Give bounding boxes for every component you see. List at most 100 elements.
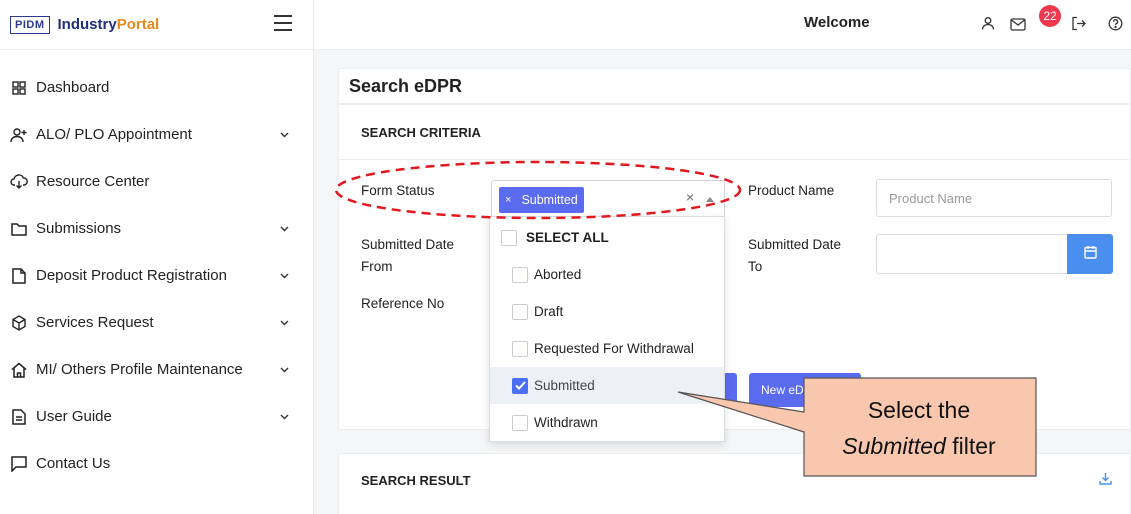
welcome-text: Welcome <box>804 14 870 31</box>
checkbox[interactable] <box>512 414 528 431</box>
form-status-label: Form Status <box>361 183 435 198</box>
clear-selection-icon[interactable]: × <box>686 189 694 205</box>
sidebar-nav: Dashboard ALO/ PLO Appointment Resource … <box>0 50 313 487</box>
option-label: Draft <box>534 304 564 319</box>
checkbox[interactable] <box>512 266 528 283</box>
download-icon[interactable] <box>1099 472 1112 490</box>
callout-line2: Submitted filter <box>804 428 1034 464</box>
search-result-title: SEARCH RESULT <box>361 473 471 488</box>
sidebar-item-mi-others-profile-maintenance[interactable]: MI/ Others Profile Maintenance <box>0 346 313 393</box>
sidebar-item-deposit-product-registration[interactable]: Deposit Product Registration <box>0 252 313 299</box>
sidebar-item-contact-us[interactable]: Contact Us <box>0 440 313 487</box>
option-label: Withdrawn <box>534 415 598 430</box>
submitted-date-to-label-line2: To <box>748 259 763 274</box>
page-header: Search eDPR <box>338 68 1131 104</box>
submitted-date-to-label-line1: Submitted Date <box>748 237 842 252</box>
brand-name-part1: Industry <box>57 16 117 33</box>
help-icon[interactable] <box>1106 14 1124 32</box>
sidebar-item-alo-plo-appointment[interactable]: ALO/ PLO Appointment <box>0 111 313 158</box>
sidebar-item-label: Submissions <box>36 220 122 237</box>
chevron-down-icon[interactable] <box>278 317 290 329</box>
search-criteria-title: SEARCH CRITERIA <box>361 125 481 140</box>
calendar-button[interactable] <box>1067 234 1113 274</box>
option-aborted[interactable]: Aborted <box>490 256 724 293</box>
chevron-down-icon[interactable] <box>278 411 290 423</box>
option-label: Requested For Withdrawal <box>534 341 694 356</box>
checkbox[interactable] <box>512 303 528 320</box>
file-text-icon <box>10 408 28 426</box>
checkbox[interactable] <box>512 340 528 357</box>
product-name-placeholder: Product Name <box>889 190 973 206</box>
sidebar-item-dashboard[interactable]: Dashboard <box>0 64 313 111</box>
cube-icon <box>10 314 28 332</box>
chip-remove-icon[interactable]: × <box>505 194 511 206</box>
checkbox-checked[interactable] <box>512 377 528 394</box>
sidebar-item-label: Contact Us <box>36 455 111 472</box>
chevron-down-icon[interactable] <box>278 364 290 376</box>
option-label: SELECT ALL <box>526 230 609 245</box>
form-status-dropdown: SELECT ALL Aborted Draft Requested For W… <box>489 216 725 442</box>
sidebar-item-resource-center[interactable]: Resource Center <box>0 158 313 205</box>
sidebar-item-label: MI/ Others Profile Maintenance <box>36 361 243 378</box>
app-root: PIDM IndustryPortal Dashboard ALO/ PLO A… <box>0 0 1131 514</box>
option-requested-for-withdrawal[interactable]: Requested For Withdrawal <box>490 330 724 367</box>
sidebar-item-services-request[interactable]: Services Request <box>0 299 313 346</box>
callout-line1: Select the <box>867 397 971 423</box>
brand-logo: PIDM <box>10 15 50 34</box>
brand-name-part2: Portal <box>116 16 160 33</box>
product-name-input[interactable]: Product Name <box>876 179 1112 217</box>
hamburger-menu-icon[interactable] <box>272 12 294 34</box>
message-icon <box>10 455 28 473</box>
divider <box>339 159 1131 160</box>
sidebar-item-submissions[interactable]: Submissions <box>0 205 313 252</box>
callout-line2-rest: filter <box>945 433 996 459</box>
caret-up-icon[interactable] <box>706 197 714 202</box>
sidebar: PIDM IndustryPortal Dashboard ALO/ PLO A… <box>0 0 314 514</box>
top-bar: Welcome 22 <box>314 0 1131 50</box>
option-select-all[interactable]: SELECT ALL <box>490 219 724 256</box>
submitted-date-from-label-line1: Submitted Date <box>361 237 455 252</box>
sidebar-item-user-guide[interactable]: User Guide <box>0 393 313 440</box>
search-criteria-card: SEARCH CRITERIA Form Status × Submitted … <box>338 104 1131 430</box>
user-icon[interactable] <box>979 14 997 32</box>
product-name-label: Product Name <box>748 183 835 198</box>
callout-line2-italic: Submitted <box>842 433 946 459</box>
sidebar-item-label: Services Request <box>36 314 154 331</box>
option-label: Submitted <box>534 378 595 393</box>
chevron-down-icon[interactable] <box>278 129 290 141</box>
submitted-date-to-label: Submitted Date To <box>748 234 841 278</box>
cloud-download-icon <box>10 173 28 191</box>
document-icon <box>10 267 28 285</box>
option-draft[interactable]: Draft <box>490 293 724 330</box>
chevron-down-icon[interactable] <box>278 223 290 235</box>
new-edpr-button-label: New eD <box>761 383 804 397</box>
user-plus-icon <box>10 126 28 144</box>
brand: PIDM IndustryPortal <box>0 0 313 50</box>
sidebar-item-label: Resource Center <box>36 173 150 190</box>
calendar-icon <box>1083 245 1097 264</box>
selected-chip-label: Submitted <box>521 193 578 207</box>
checkbox[interactable] <box>501 229 517 246</box>
submitted-date-to-input[interactable] <box>876 234 1068 274</box>
chevron-down-icon[interactable] <box>278 270 290 282</box>
sidebar-item-label: ALO/ PLO Appointment <box>36 126 192 143</box>
brand-name: IndustryPortal <box>58 16 160 33</box>
logout-icon[interactable] <box>1069 14 1087 32</box>
home-icon <box>10 361 28 379</box>
sidebar-item-label: Dashboard <box>36 79 110 96</box>
page-title: Search eDPR <box>349 76 463 96</box>
sidebar-item-label: User Guide <box>36 408 112 425</box>
submitted-date-from-label: Submitted Date From <box>361 234 454 278</box>
grid-icon <box>10 79 28 97</box>
option-submitted[interactable]: Submitted <box>490 367 724 404</box>
reference-no-label: Reference No <box>361 296 445 311</box>
form-status-multiselect[interactable]: × Submitted × <box>491 180 725 218</box>
callout-text: Select the Submitted filter <box>804 392 1034 464</box>
notification-badge[interactable]: 22 <box>1039 5 1061 27</box>
mail-icon[interactable] <box>1009 15 1027 33</box>
option-label: Aborted <box>534 267 582 282</box>
folder-icon <box>10 220 28 238</box>
option-withdrawn[interactable]: Withdrawn <box>490 404 724 441</box>
selected-chip: × Submitted <box>499 187 584 213</box>
submitted-date-from-label-line2: From <box>361 259 393 274</box>
